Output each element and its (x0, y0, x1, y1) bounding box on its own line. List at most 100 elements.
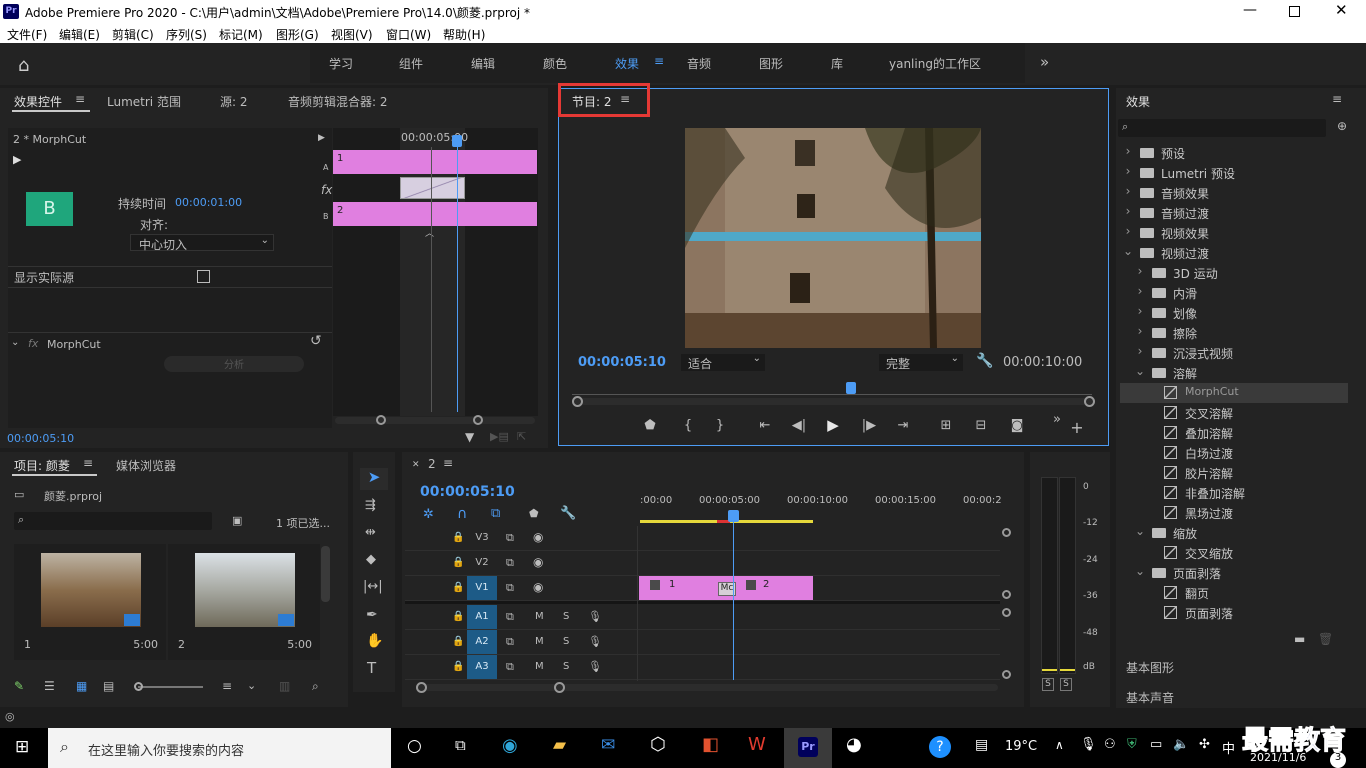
home-icon[interactable]: ⌂ (18, 55, 29, 76)
file-explorer-icon[interactable]: ▰ (553, 735, 566, 755)
chevron-right-icon[interactable]: › (1134, 264, 1146, 278)
vscroll-handle[interactable] (1002, 528, 1011, 537)
sequence-tab[interactable]: 2 (428, 457, 436, 471)
lock-icon[interactable]: 🔒 (452, 532, 464, 543)
menu-view[interactable]: 视图(V) (331, 26, 373, 43)
vscroll-handle[interactable] (1002, 608, 1011, 617)
track-target-button[interactable]: A3 (467, 655, 497, 679)
hscroll-handle[interactable] (554, 682, 565, 693)
effects-search-input[interactable]: ⌕ (1118, 119, 1326, 137)
chevron-right-icon[interactable]: › (1134, 284, 1146, 298)
chevron-down-icon[interactable]: ⌄ (247, 679, 256, 692)
ws-menu-icon[interactable]: ≡ (654, 54, 664, 68)
premiere-taskbar-icon[interactable]: Pr (784, 728, 832, 768)
effects-folder[interactable]: › 沉浸式视频 (1120, 343, 1348, 363)
mail-icon[interactable]: ✉ (601, 735, 615, 755)
lock-icon[interactable]: 🔒 (452, 636, 464, 647)
tab-audio-clip-mixer[interactable]: 音频剪辑混合器: 2 (288, 93, 388, 110)
razor-tool-icon[interactable]: ◆ (366, 552, 376, 567)
collapse-arrow-icon[interactable]: ⌄ (11, 337, 19, 348)
tab-lumetri-scopes[interactable]: Lumetri 范围 (107, 93, 181, 110)
ws-library[interactable]: 库 (831, 55, 843, 72)
pen-tool-icon[interactable]: ✒ (366, 607, 378, 623)
play-icon[interactable]: ▶ (822, 416, 844, 434)
basic-graphics-tab[interactable]: 基本图形 (1126, 659, 1174, 676)
ws-editing[interactable]: 编辑 (471, 55, 495, 72)
lock-icon[interactable]: 🔒 (452, 582, 464, 593)
timeline-timecode[interactable]: 00:00:05:10 (420, 484, 515, 500)
list-view-icon[interactable]: ☰ (44, 679, 55, 693)
eye-icon[interactable]: ◉ (533, 530, 543, 544)
ws-audio[interactable]: 音频 (687, 55, 711, 72)
chevron-right-icon[interactable]: › (1122, 224, 1134, 238)
mute-button[interactable]: M (535, 636, 544, 647)
ec-timecode[interactable]: 00:00:05:10 (7, 432, 74, 445)
effects-folder[interactable]: › 3D 运动 (1120, 263, 1348, 283)
sync-lock-icon[interactable]: ⧉ (506, 610, 514, 624)
effects-folder[interactable]: ⌄ 页面剥落 (1120, 563, 1348, 583)
program-scrollbar[interactable] (574, 398, 1094, 405)
project-menu-icon[interactable]: ≡ (83, 456, 93, 470)
timeline-playhead[interactable] (728, 510, 739, 522)
mute-button[interactable]: M (535, 611, 544, 622)
program-playhead[interactable] (846, 382, 856, 394)
duration-value[interactable]: 00:00:01:00 (175, 196, 242, 209)
shield-icon[interactable]: ⛨ (1127, 737, 1137, 752)
tab-program[interactable]: 节目: 2 (572, 93, 612, 110)
mini-scrollbar[interactable] (335, 417, 535, 424)
effects-item[interactable]: 黑场过渡 (1120, 503, 1348, 523)
clip-thumb-1[interactable]: 1 5:00 (14, 544, 166, 660)
people-icon[interactable]: ⚇ (1104, 737, 1116, 752)
align-select[interactable]: 中心切入 ⌄ (130, 234, 274, 252)
eye-icon[interactable]: ◉ (533, 555, 543, 569)
sync-lock-icon[interactable]: ⧉ (506, 581, 514, 595)
program-ruler[interactable] (572, 385, 1092, 395)
new-bin-icon[interactable]: ⊕ (1337, 119, 1347, 133)
sequence-menu-icon[interactable]: ≡ (443, 456, 453, 470)
effects-folder[interactable]: › 划像 (1120, 303, 1348, 323)
close-sequence-icon[interactable]: ✕ (412, 460, 420, 470)
add-marker-icon[interactable]: ⬟ (639, 418, 661, 433)
type-tool-icon[interactable]: T (367, 659, 376, 677)
effects-item[interactable]: 非叠加溶解 (1120, 483, 1348, 503)
mic-icon[interactable]: 🎙 (588, 610, 602, 623)
ws-learn[interactable]: 学习 (329, 55, 353, 72)
mark-in-icon[interactable]: { (677, 418, 699, 433)
wps-icon[interactable]: W (748, 734, 766, 755)
analyze-button[interactable]: 分析 (164, 356, 304, 372)
add-marker-icon[interactable]: ⬟ (529, 507, 539, 520)
lock-icon[interactable]: 🔒 (452, 661, 464, 672)
mute-button[interactable]: M (535, 661, 544, 672)
extract-icon[interactable]: ⊟ (970, 418, 992, 433)
project-scrollbar[interactable] (321, 546, 330, 602)
menu-marker[interactable]: 标记(M) (219, 26, 263, 43)
ripple-edit-tool-icon[interactable]: ⇹ (365, 525, 376, 540)
filter-icon[interactable]: ▼ (465, 430, 474, 444)
track-target-button[interactable]: A2 (467, 630, 497, 654)
wrench-icon[interactable]: 🔧 (976, 353, 993, 369)
menu-edit[interactable]: 编辑(E) (59, 26, 100, 43)
tab-project[interactable]: 项目: 颜菱 (14, 457, 70, 474)
chevron-down-icon[interactable]: ⌄ (1134, 564, 1146, 578)
effects-item[interactable]: 翻页 (1120, 583, 1348, 603)
scroll-handle-left[interactable] (376, 415, 386, 425)
hand-tool-icon[interactable]: ✋ (366, 633, 383, 649)
menu-sequence[interactable]: 序列(S) (166, 26, 207, 43)
avatar-icon[interactable]: ◕ (846, 734, 862, 755)
track-target-button[interactable]: V1 (467, 576, 497, 600)
add-button-icon[interactable]: + (1066, 418, 1088, 437)
ws-graphics[interactable]: 图形 (759, 55, 783, 72)
solo-right-button[interactable]: S (1060, 678, 1072, 691)
track-select-tool-icon[interactable]: ⇶ (365, 498, 376, 513)
ws-assembly[interactable]: 组件 (399, 55, 423, 72)
track-b-clip[interactable]: 2 (333, 202, 537, 226)
reset-icon[interactable]: ↺ (310, 333, 322, 349)
go-to-in-icon[interactable]: ⇤ (754, 418, 776, 433)
panel-menu-icon[interactable]: ≡ (75, 92, 85, 106)
office-icon[interactable]: ◧ (702, 734, 719, 755)
chevron-right-icon[interactable]: › (1122, 164, 1134, 178)
mic-icon[interactable]: 🎙 (588, 635, 602, 648)
freeform-view-icon[interactable]: ▤ (103, 679, 114, 693)
input-method-icon[interactable]: ✣ (1199, 737, 1210, 752)
timeline-hscroll[interactable] (418, 684, 998, 691)
